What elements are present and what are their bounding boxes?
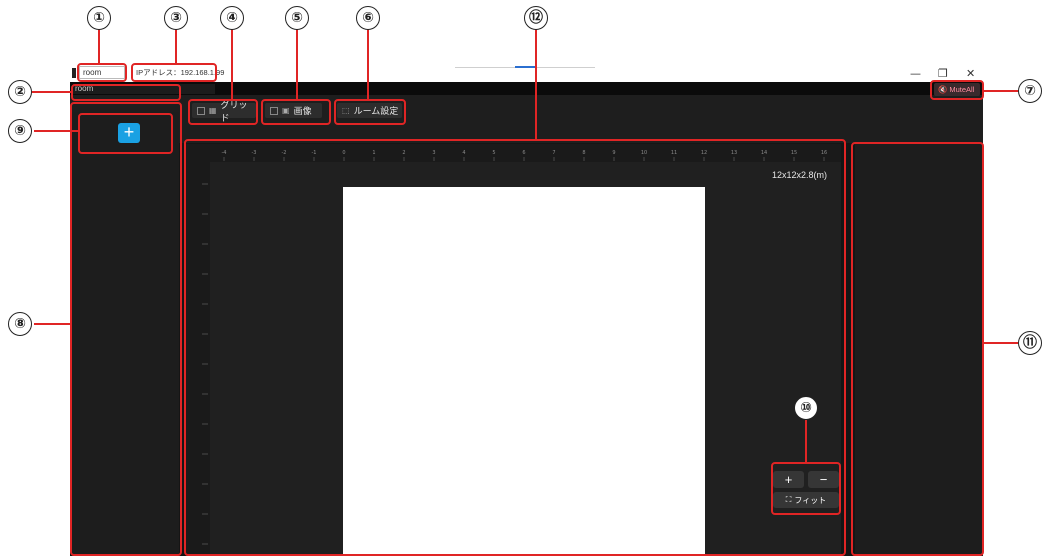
annotation-box-room-tab — [77, 63, 127, 82]
callout-12: ⑫ — [524, 6, 548, 30]
annotation-box-room-name — [71, 84, 181, 101]
callout-10: ⑩ — [794, 396, 818, 420]
annotation-box-ip — [131, 63, 217, 82]
annotation-box-grid — [188, 99, 258, 125]
callout-4: ④ — [220, 6, 244, 30]
annotation-box-mute-all — [930, 80, 984, 100]
app-icon — [72, 68, 76, 78]
annotation-box-sidebar — [70, 102, 182, 556]
leader-7 — [984, 90, 1018, 92]
leader-6 — [367, 28, 369, 100]
callout-2: ② — [8, 80, 32, 104]
annotation-box-room-settings — [334, 99, 406, 125]
leader-4 — [231, 28, 233, 100]
leader-9 — [34, 130, 79, 132]
leader-3 — [175, 28, 177, 64]
close-icon: ✕ — [966, 67, 976, 80]
leader-10 — [805, 420, 807, 463]
leader-8 — [34, 323, 71, 325]
callout-6: ⑥ — [356, 6, 380, 30]
leader-1 — [98, 28, 100, 64]
annotation-box-canvas — [184, 139, 846, 556]
annotation-box-add — [78, 113, 173, 154]
minimize-icon: — — [910, 67, 921, 80]
leader-12 — [535, 28, 537, 140]
callout-7: ⑦ — [1018, 79, 1042, 103]
restore-button[interactable]: ❐ — [938, 67, 948, 80]
close-button[interactable]: ✕ — [966, 67, 975, 80]
leader-2 — [32, 91, 71, 93]
callout-11: ⑪ — [1018, 331, 1042, 355]
callout-5: ⑤ — [285, 6, 309, 30]
leader-11 — [984, 342, 1018, 344]
callout-1: ① — [87, 6, 111, 30]
callout-9: ⑨ — [8, 119, 32, 143]
annotation-box-image — [261, 99, 331, 125]
minimize-button[interactable]: — — [910, 67, 921, 80]
callout-8: ⑧ — [8, 312, 32, 336]
restore-icon: ❐ — [938, 67, 948, 80]
title-progress-fill — [515, 66, 537, 68]
annotation-box-panel — [851, 142, 984, 556]
callout-3: ③ — [164, 6, 188, 30]
leader-5 — [296, 28, 298, 100]
